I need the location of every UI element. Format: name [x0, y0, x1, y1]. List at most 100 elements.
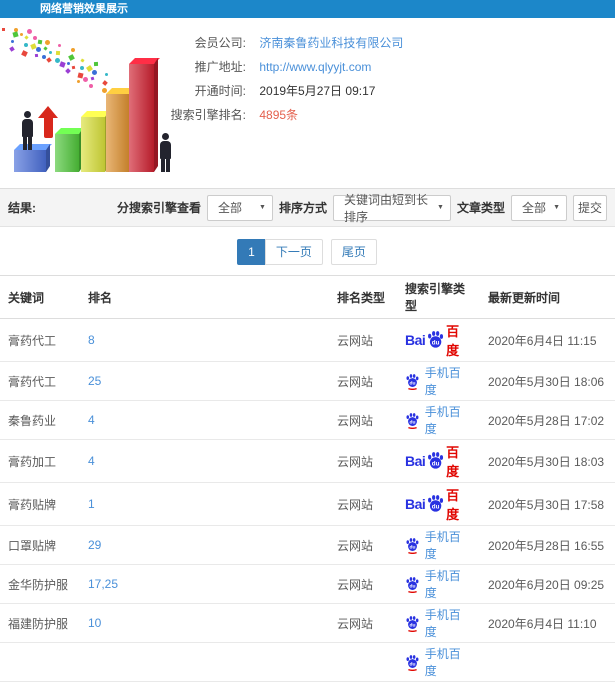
baidu-mobile-paw-icon: du: [406, 412, 419, 429]
rank-link[interactable]: 4: [80, 400, 329, 440]
svg-text:du: du: [410, 544, 416, 550]
rank-link[interactable]: 1: [80, 482, 329, 526]
engine-type-cell: du 手机百度: [397, 564, 480, 604]
rank-type-cell: 云网站: [329, 400, 397, 440]
result-label: 结果:: [8, 201, 36, 215]
engine-type-cell: du 手机百度: [397, 361, 480, 401]
svg-text:du: du: [410, 583, 416, 589]
col-keyword: 关键词: [0, 275, 80, 319]
svg-text:du: du: [410, 661, 416, 667]
keyword-cell: 福建防护服: [0, 603, 80, 643]
article-type-value: 全部: [522, 201, 547, 215]
chart-bar-red: [129, 64, 154, 172]
last-page-button[interactable]: 尾页: [330, 239, 377, 265]
engine-filter-value: 全部: [217, 201, 242, 215]
rank-type-cell: 云网站: [329, 564, 397, 604]
rank-link[interactable]: 29: [80, 525, 329, 565]
baidu-paw-icon: du: [428, 495, 444, 512]
engine-type-cell: du 手机百度: [397, 525, 480, 565]
keyword-cell: 膏药代工: [0, 318, 80, 362]
baidu-paw-icon: du: [428, 452, 444, 469]
updated-time-cell: 2020年6月20日 09:25: [480, 564, 615, 604]
engine-type-cell: Bai du 百度: [397, 439, 480, 483]
next-page-button[interactable]: 下一页: [264, 239, 323, 265]
bar-chart-illustration: [2, 28, 172, 178]
updated-time-cell: 2020年5月30日 18:03: [480, 439, 615, 483]
baidu-mobile-paw-icon: du: [406, 576, 419, 593]
updated-time-cell: 2020年5月28日 17:02: [480, 400, 615, 440]
keyword-cell: 膏药代工: [0, 361, 80, 401]
chevron-down-icon: ▼: [553, 204, 560, 211]
filter-bar: 结果: 分搜索引擎查看 全部 ▼ 排序方式 关键词由短到长排序 ▼ 文章类型 全…: [0, 188, 615, 227]
page-1-button[interactable]: 1: [237, 239, 266, 265]
account-info-section: 会员公司: 济南秦鲁药业科技有限公司 推广地址: http://www.qlyy…: [0, 18, 615, 188]
svg-text:du: du: [432, 339, 440, 346]
open-time-row: 开通时间: 2019年5月27日 09:17: [162, 79, 615, 103]
chart-bar-yellow: [81, 117, 105, 172]
rank-type-cell: [329, 642, 397, 682]
svg-text:du: du: [410, 380, 416, 386]
table-row: 口罩贴牌 29 云网站 du 手机百度 2020年5月28日 16:55: [0, 525, 615, 565]
rank-link[interactable]: 8: [80, 318, 329, 362]
rank-type-cell: 云网站: [329, 439, 397, 483]
rank-link[interactable]: 4: [80, 439, 329, 483]
red-up-arrow-icon: [38, 106, 58, 138]
baidu-mobile-logo: du 手机百度: [405, 606, 472, 640]
col-rank-type: 排名类型: [329, 275, 397, 319]
baidu-pc-logo: Bai du 百度: [405, 324, 460, 358]
table-row: 秦鲁药业 4 云网站 du 手机百度 2020年5月28日 17:02: [0, 400, 615, 440]
chart-bar-blue: [14, 150, 46, 172]
table-row: du 手机百度: [0, 642, 615, 682]
col-engine-type: 搜索引擎类型: [397, 275, 480, 319]
engine-type-cell: du 手机百度: [397, 642, 480, 682]
rank-link[interactable]: 25: [80, 361, 329, 401]
keyword-cell: 口罩贴牌: [0, 525, 80, 565]
baidu-mobile-logo: du 手机百度: [405, 364, 472, 398]
table-header-row: 关键词 排名 排名类型 搜索引擎类型 最新更新时间: [0, 275, 615, 319]
pagination-wrap: 1 下一页 尾页: [0, 227, 615, 275]
submit-button[interactable]: 提交: [573, 194, 607, 221]
table-row: 膏药代工 8 云网站 Bai du 百度 2020年6月4日 11:15: [0, 318, 615, 362]
promo-url-link[interactable]: http://www.qlyyjt.com: [259, 60, 371, 74]
chevron-down-icon: ▼: [259, 204, 266, 211]
baidu-pc-logo: Bai du 百度: [405, 445, 460, 479]
baidu-mobile-paw-icon: du: [406, 654, 419, 671]
businessman-figure-right: [157, 133, 173, 172]
engine-type-cell: Bai du 百度: [397, 482, 480, 526]
engine-rank-count: 4895条: [259, 108, 299, 122]
baidu-mobile-paw-icon: du: [406, 373, 419, 390]
updated-time-cell: 2020年5月30日 17:58: [480, 482, 615, 526]
col-rank: 排名: [80, 275, 329, 319]
baidu-mobile-paw-icon: du: [406, 537, 419, 554]
rank-link[interactable]: 17,25: [80, 564, 329, 604]
keyword-cell: [0, 642, 80, 682]
rank-type-cell: 云网站: [329, 361, 397, 401]
sort-select[interactable]: 关键词由短到长排序 ▼: [332, 193, 451, 224]
baidu-paw-icon: du: [428, 331, 444, 348]
baidu-mobile-paw-icon: du: [406, 615, 419, 632]
rank-type-cell: 云网站: [329, 318, 397, 362]
article-type-select[interactable]: 全部 ▼: [511, 194, 567, 221]
table-row: 金华防护服 17,25 云网站 du 手机百度 2020年6月20日 09:25: [0, 564, 615, 604]
page-title: 网络营销效果展示: [40, 3, 128, 15]
updated-time-cell: 2020年5月28日 16:55: [480, 525, 615, 565]
rank-type-cell: 云网站: [329, 482, 397, 526]
rank-type-cell: 云网站: [329, 603, 397, 643]
svg-text:du: du: [432, 460, 440, 467]
member-company-link[interactable]: 济南秦鲁药业科技有限公司: [259, 36, 403, 50]
col-updated: 最新更新时间: [480, 275, 615, 319]
engine-filter-select[interactable]: 全部 ▼: [206, 194, 273, 221]
table-row: 福建防护服 10 云网站 du 手机百度 2020年6月4日 11:10: [0, 603, 615, 643]
svg-text:du: du: [410, 622, 416, 628]
engine-type-cell: du 手机百度: [397, 400, 480, 440]
window-title-bar: 网络营销效果展示: [0, 0, 615, 18]
pagination: 1 下一页 尾页: [237, 239, 377, 265]
chevron-down-icon: ▼: [437, 204, 444, 211]
keyword-cell: 金华防护服: [0, 564, 80, 604]
updated-time-cell: 2020年5月30日 18:06: [480, 361, 615, 401]
article-type-label: 文章类型: [456, 201, 505, 215]
member-company-label: 会员公司:: [194, 36, 246, 50]
rank-link[interactable]: [80, 642, 329, 682]
promo-url-row: 推广地址: http://www.qlyyjt.com: [162, 55, 615, 79]
rank-link[interactable]: 10: [80, 603, 329, 643]
